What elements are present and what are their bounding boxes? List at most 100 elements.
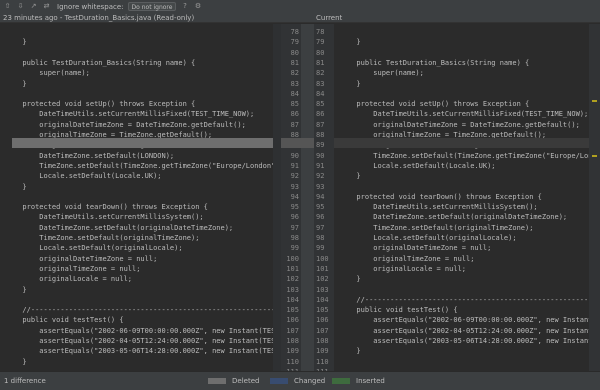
code-line: DateTimeZone.setDefault(LONDON); xyxy=(14,151,175,160)
code-line: DateTimeUtils.setCurrentMillisFixed(TEST… xyxy=(14,110,255,119)
legend-changed-label: Changed xyxy=(294,377,326,385)
code-line: TimeZone.setDefault(originalTimeZone); xyxy=(14,234,200,242)
deleted-swatch xyxy=(208,378,226,384)
code-line: } xyxy=(14,79,27,88)
line-number: 108 xyxy=(286,337,299,345)
code-line: } xyxy=(348,172,361,181)
line-number: 106 xyxy=(286,316,299,325)
code-line: public void testTest() { xyxy=(348,306,458,315)
line-number: 97 xyxy=(290,223,299,232)
status-bar: 1 difference Deleted Changed Inserted xyxy=(0,371,600,390)
code-line: assertEquals("2003-05-06T14:28:00.000Z",… xyxy=(14,347,273,356)
help-icon[interactable]: ? xyxy=(180,2,189,11)
code-line: Locale.setDefault(Locale.UK); xyxy=(348,161,496,170)
line-number: 95 xyxy=(290,203,299,212)
left-editor-pane[interactable]: } public TestDuration_Basics(String name… xyxy=(0,24,273,371)
line-number: 105 xyxy=(316,306,329,315)
legend-deleted: Deleted xyxy=(208,377,259,385)
code-line: super(name); xyxy=(348,69,424,78)
code-line: DateTimeUtils.setCurrentMillisSystem(); xyxy=(348,203,538,212)
line-number: 105 xyxy=(286,306,299,315)
code-line: assertEquals("2002-04-05T12:24:00.000Z",… xyxy=(14,337,273,345)
code-line: originalDateTimeZone = null; xyxy=(14,254,158,263)
line-number: 92 xyxy=(316,172,325,181)
line-number: 98 xyxy=(290,234,299,242)
code-line: public TestDuration_Basics(String name) … xyxy=(348,58,530,67)
line-number: 78 xyxy=(316,28,325,36)
code-line: Locale.setDefault(Locale.UK); xyxy=(14,172,162,181)
line-number: 83 xyxy=(316,79,325,88)
line-number: 108 xyxy=(316,337,329,345)
line-number: 91 xyxy=(316,161,325,170)
code-line: //--------------------------------------… xyxy=(356,295,589,304)
line-number: 80 xyxy=(316,48,325,57)
legend-changed: Changed xyxy=(270,377,325,385)
code-line: protected void setUp() throws Exception … xyxy=(14,100,196,109)
jump-to-source-icon[interactable]: ↗ xyxy=(29,2,38,11)
line-number: 96 xyxy=(290,213,299,222)
code-line: } xyxy=(14,38,27,47)
line-number: 104 xyxy=(286,295,299,304)
line-number: 100 xyxy=(286,254,299,263)
line-number: 90 xyxy=(316,151,325,160)
scroll-marker xyxy=(592,100,597,102)
current-line-highlight xyxy=(334,138,589,148)
line-number: 85 xyxy=(316,100,325,109)
code-line: Locale.setDefault(originalLocale); xyxy=(348,234,517,242)
line-number: 107 xyxy=(316,326,329,335)
code-line: public void testTest() { xyxy=(14,316,124,325)
line-number: 103 xyxy=(316,285,329,294)
line-number: 103 xyxy=(286,285,299,294)
legend-deleted-label: Deleted xyxy=(232,377,260,385)
code-line: assertEquals("2002-06-09T00:00:00.000Z",… xyxy=(348,316,589,325)
line-number: 94 xyxy=(316,192,325,201)
next-difference-icon[interactable]: ⇩ xyxy=(16,2,25,11)
code-line: public TestDuration_Basics(String name) … xyxy=(14,58,196,67)
code-line: super(name); xyxy=(14,69,90,78)
code-line: } xyxy=(348,275,361,284)
line-number: 82 xyxy=(316,69,325,78)
code-line: } xyxy=(14,357,27,366)
difference-count: 1 difference xyxy=(4,377,46,385)
code-line: } xyxy=(348,347,361,356)
line-number: 102 xyxy=(316,275,329,284)
line-number: 81 xyxy=(316,58,325,67)
code-line: originalTimeZone = null; xyxy=(14,264,141,273)
code-line: } xyxy=(348,79,361,88)
line-number: 99 xyxy=(316,244,325,253)
line-number: 82 xyxy=(290,69,299,78)
code-line: //--------------------------------------… xyxy=(22,306,273,315)
right-scrollbar[interactable] xyxy=(589,24,600,371)
compare-icon[interactable]: ⇄ xyxy=(42,2,51,11)
line-number: 94 xyxy=(290,192,299,201)
line-number: 93 xyxy=(290,182,299,191)
previous-difference-icon[interactable]: ⇧ xyxy=(3,2,12,11)
line-number: 84 xyxy=(316,89,325,98)
line-number: 86 xyxy=(316,110,325,119)
line-number: 98 xyxy=(316,234,325,242)
line-number: 87 xyxy=(290,120,299,129)
line-number: 85 xyxy=(290,100,299,109)
line-number: 91 xyxy=(290,161,299,170)
line-number: 104 xyxy=(316,295,329,304)
legend-inserted-label: Inserted xyxy=(356,377,385,385)
code-line: originalDateTimeZone = DateTimeZone.getD… xyxy=(348,120,580,129)
code-line: originalDateTimeZone = null; xyxy=(348,244,492,253)
diff-subheader: 23 minutes ago - TestDuration_Basics.jav… xyxy=(0,13,600,23)
line-number: 79 xyxy=(290,38,299,47)
code-line: assertEquals("2002-04-05T12:24:00.000Z",… xyxy=(348,326,589,335)
line-number: 99 xyxy=(290,244,299,253)
scroll-marker xyxy=(592,155,597,157)
right-pane-title: Current xyxy=(316,14,343,22)
line-number: 101 xyxy=(286,264,299,273)
line-number: 110 xyxy=(316,357,329,366)
settings-icon[interactable]: ⚙ xyxy=(193,2,202,11)
line-number: 89 xyxy=(316,141,325,150)
right-editor-pane[interactable]: } public TestDuration_Basics(String name… xyxy=(334,24,589,371)
line-number: 80 xyxy=(290,48,299,57)
deleted-line-gutter-highlight xyxy=(281,138,301,148)
ignore-whitespace-select[interactable]: Do not ignore xyxy=(127,2,177,11)
code-line: protected void setUp() throws Exception … xyxy=(348,100,530,109)
code-line: DateTimeUtils.setCurrentMillisSystem(); xyxy=(14,213,204,222)
diff-divider xyxy=(301,24,314,371)
